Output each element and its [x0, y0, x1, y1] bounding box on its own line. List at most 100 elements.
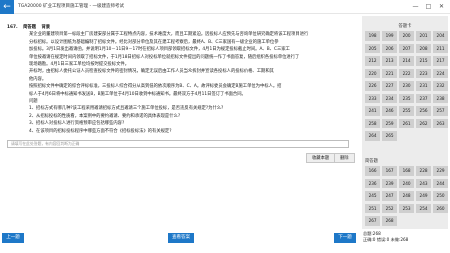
- question-cell[interactable]: 262: [415, 118, 432, 128]
- question-cell[interactable]: 212: [365, 56, 381, 66]
- question-cell[interactable]: 167: [381, 166, 398, 176]
- question-cell[interactable]: 243: [415, 178, 432, 188]
- question-line: 开标时，由招标人委托公证人员检查投标文件的密封情况，确定无误后由工作人员当众拆封…: [29, 69, 274, 75]
- question-cell[interactable]: 247: [381, 191, 398, 201]
- question-cell[interactable]: 244: [432, 178, 449, 188]
- sub-question: 3、招标人对投标人进行资格预审应包括哪些内容?: [29, 121, 125, 127]
- question-cell[interactable]: 253: [398, 203, 415, 213]
- question-cell[interactable]: 211: [432, 43, 449, 53]
- question-cell[interactable]: 238: [432, 93, 449, 103]
- question-cell[interactable]: 222: [398, 68, 415, 78]
- question-cell[interactable]: 208: [415, 43, 432, 53]
- question-cell[interactable]: 267: [365, 216, 381, 226]
- question-cell[interactable]: 207: [398, 43, 415, 53]
- question-cell[interactable]: 233: [365, 93, 381, 103]
- question-cell[interactable]: 268: [381, 216, 398, 226]
- maximize-button[interactable]: □: [422, 0, 435, 14]
- next-question-button[interactable]: 下一题: [334, 233, 356, 243]
- question-cell[interactable]: 220: [365, 68, 381, 78]
- question-cell[interactable]: 229: [432, 166, 449, 176]
- minimize-button[interactable]: —: [409, 0, 422, 14]
- question-cell[interactable]: 168: [398, 166, 415, 176]
- question-line: 问题: [29, 99, 38, 105]
- question-content: 167. 简答题 背景 某企业的董建项目第一标段主厂房建安部分属于工程特点内容，…: [7, 24, 352, 135]
- question-line: 他内容。: [29, 76, 47, 82]
- delete-button-wrap: 删除: [334, 153, 355, 163]
- section-title-short-answer: 简答题: [365, 159, 378, 164]
- question-cell[interactable]: 257: [432, 106, 449, 116]
- question-cell[interactable]: 231: [415, 81, 432, 91]
- question-cell[interactable]: 256: [415, 106, 432, 116]
- question-cell[interactable]: 223: [415, 68, 432, 78]
- question-line: 标人于4月6日将中标通知书发送B，B施工单位于4月10日收到中标通知书。最终双方…: [29, 91, 246, 97]
- question-line: 单位按邀请在规定时间内领取了招标文件，于1月18日招标人对投标单位就招标文件提出…: [29, 54, 300, 60]
- prev-question-button[interactable]: 上一题: [2, 233, 24, 243]
- question-cell[interactable]: 166: [365, 166, 381, 176]
- sub-question: 2、从招标投标的性质看，本案例中的要约邀请、要约和承诺的具体表现是什么?: [29, 113, 181, 119]
- question-cell[interactable]: 214: [398, 56, 415, 66]
- question-cell[interactable]: 239: [381, 178, 398, 188]
- question-line: 分标招标。以设计图纸为基础编制了招标文件。经比对部分单位及其在建工程考察后，最终…: [29, 39, 279, 45]
- question-cell[interactable]: 249: [415, 191, 432, 201]
- question-cell[interactable]: 252: [381, 203, 398, 213]
- answer-input[interactable]: 请填写在此处答题，有内容回判断为正确: [7, 140, 349, 148]
- question-cell[interactable]: 217: [432, 56, 449, 66]
- question-cell[interactable]: 198: [365, 31, 381, 41]
- question-cell[interactable]: 259: [381, 118, 398, 128]
- question-cell[interactable]: 205: [365, 43, 381, 53]
- question-line: 加投标。3月1日发出邀请函，并说明1月10－11日9－17时在招标人项目部领取招…: [29, 47, 290, 53]
- question-cell[interactable]: 232: [432, 81, 449, 91]
- question-cell[interactable]: 240: [398, 178, 415, 188]
- favorite-button-wrap: 收藏本题: [306, 153, 336, 163]
- question-cell[interactable]: 227: [381, 81, 398, 91]
- short-answer-grid: 166 167 168 228 229 236 239 240 243 244 …: [365, 166, 449, 226]
- progress-detail: 正确:0 错误:0 未做:268: [363, 236, 409, 242]
- question-cell[interactable]: 204: [432, 31, 449, 41]
- question-cell[interactable]: 228: [415, 166, 432, 176]
- question-cell[interactable]: 255: [398, 106, 415, 116]
- question-cell[interactable]: 200: [398, 31, 415, 41]
- question-cell[interactable]: 245: [365, 191, 381, 201]
- question-cell[interactable]: 260: [432, 203, 449, 213]
- question-cell[interactable]: 264: [365, 131, 381, 141]
- answer-card-panel: 答题卡 198 199 200 201 204 205 206 207 208 …: [362, 16, 449, 229]
- question-cell[interactable]: 246: [381, 106, 398, 116]
- question-label: 背景: [41, 25, 51, 30]
- question-cell[interactable]: 248: [398, 191, 415, 201]
- question-cell[interactable]: 215: [415, 56, 432, 66]
- sub-question: 4、在该项目的招标投标程序中哪些方面不符合《招标投标法》的有关规定?: [29, 128, 172, 134]
- question-cell[interactable]: 201: [415, 31, 432, 41]
- question-number: 167.: [7, 25, 18, 30]
- delete-button[interactable]: 删除: [334, 153, 355, 163]
- question-cell[interactable]: 224: [432, 68, 449, 78]
- question-cell[interactable]: 258: [365, 118, 381, 128]
- question-cell[interactable]: 230: [398, 81, 415, 91]
- question-cell[interactable]: 241: [365, 106, 381, 116]
- question-cell[interactable]: 234: [381, 93, 398, 103]
- question-cell[interactable]: 263: [432, 118, 449, 128]
- question-cell[interactable]: 237: [415, 93, 432, 103]
- view-answer-button[interactable]: 查看答案: [168, 233, 194, 243]
- question-cell[interactable]: 251: [365, 203, 381, 213]
- back-arrow-icon[interactable]: ←: [0, 0, 14, 14]
- question-cell[interactable]: 250: [432, 191, 449, 201]
- question-cell[interactable]: 226: [365, 81, 381, 91]
- answer-card-title: 答题卡: [398, 24, 412, 29]
- stats-summary: 总题:268 正确:0 错误:0 未做:268: [363, 231, 408, 242]
- question-type: 简答题: [23, 25, 36, 30]
- question-cell[interactable]: 254: [415, 203, 432, 213]
- sub-question: 1、招标方式有哪几种?该工程采用邀请招标方式且邀请三个施工单位投标，是否违反有关…: [29, 106, 224, 112]
- question-cell[interactable]: 236: [365, 178, 381, 188]
- close-button[interactable]: ✕: [435, 0, 448, 14]
- question-cell[interactable]: 199: [381, 31, 398, 41]
- question-line: 现场踏勘。4月1日三家工单位均按时提交投标文件。: [29, 62, 129, 68]
- title-bar: ← TGA20000 矿业工程项目施工管理 - 一级建造师考试 — □ ✕: [0, 0, 450, 14]
- question-cell[interactable]: 206: [381, 43, 398, 53]
- question-cell[interactable]: 261: [398, 118, 415, 128]
- answer-card-grid: 198 199 200 201 204 205 206 207 208 211 …: [365, 31, 449, 141]
- question-cell[interactable]: 213: [381, 56, 398, 66]
- question-cell[interactable]: 221: [381, 68, 398, 78]
- question-cell[interactable]: 235: [398, 93, 415, 103]
- favorite-button[interactable]: 收藏本题: [306, 153, 336, 163]
- question-cell[interactable]: 265: [381, 131, 398, 141]
